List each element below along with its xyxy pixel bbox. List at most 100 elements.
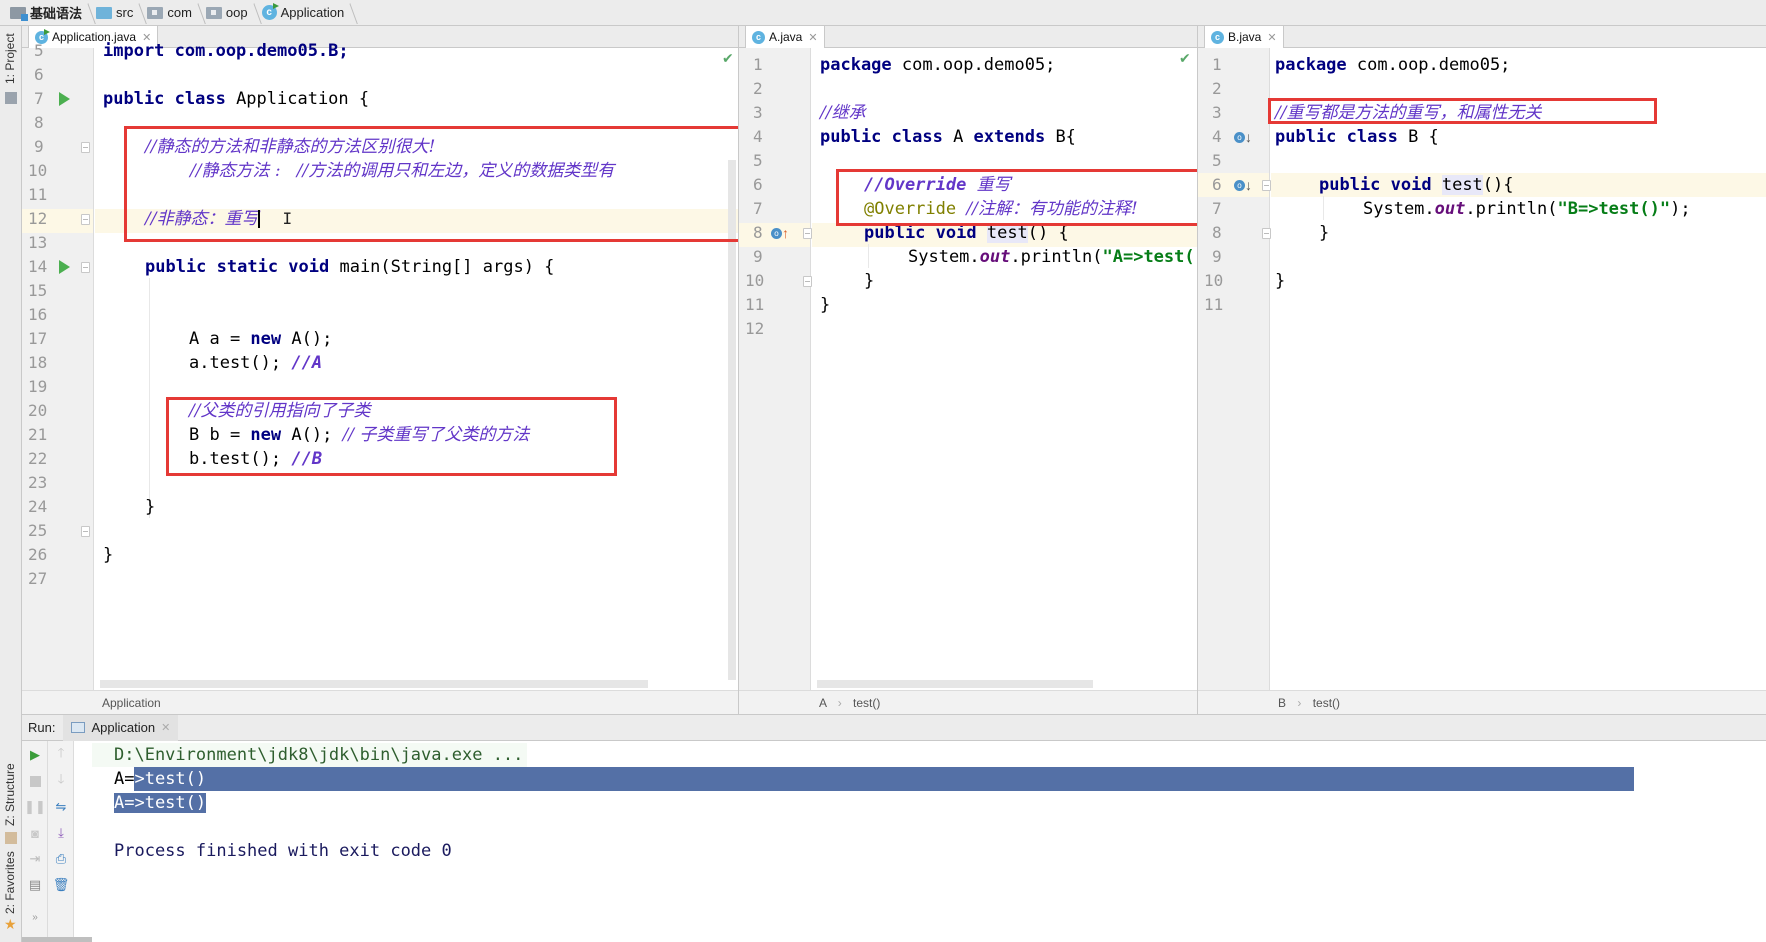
breadcrumb-label: oop xyxy=(225,5,248,20)
close-tab-icon[interactable]: ✕ xyxy=(1267,31,1276,44)
code-line: //静态的方法和非静态的方法区别很大! xyxy=(145,135,739,159)
pause-icon[interactable]: ❚❚ xyxy=(24,799,46,815)
breadcrumb-oop[interactable]: oop xyxy=(204,0,254,26)
fold-toggle-icon[interactable] xyxy=(81,142,90,153)
overrides-method-icon[interactable]: o ↑ xyxy=(771,226,789,240)
vertical-scrollbar[interactable] xyxy=(728,160,736,680)
code-line: a.test(); //A xyxy=(189,351,739,375)
code-text: A(); xyxy=(281,329,333,349)
run-label: Run: xyxy=(28,720,56,735)
bottom-scrollbar[interactable] xyxy=(22,937,92,942)
code-area[interactable]: package com.oop.demo05; //继承 public clas… xyxy=(812,48,1197,690)
tab-b-java[interactable]: c B.java ✕ xyxy=(1204,26,1284,48)
tab-label: B.java xyxy=(1228,30,1262,44)
code-line: public void test() { xyxy=(864,221,1197,245)
close-tab-icon[interactable]: ✕ xyxy=(808,31,817,44)
code-line: } xyxy=(1319,221,1766,245)
run-tab-application[interactable]: Application ✕ xyxy=(63,714,179,741)
code-line: @Override //注解：有功能的注释! xyxy=(864,197,1197,221)
close-tab-icon[interactable]: ✕ xyxy=(161,721,170,734)
breadcrumb-separator: › xyxy=(1297,696,1302,710)
code-text: A(); xyxy=(281,425,343,445)
fold-toggle-icon[interactable] xyxy=(1262,180,1271,191)
stop-icon[interactable] xyxy=(27,773,43,789)
tab-a-java[interactable]: c A.java ✕ xyxy=(745,26,825,48)
keyword: extends xyxy=(973,127,1046,147)
breadcrumb-method[interactable]: test() xyxy=(1313,696,1340,710)
up-arrow-icon[interactable]: 🡑 xyxy=(53,745,69,763)
line-number: 5 xyxy=(34,41,44,60)
structure-tool-button[interactable]: Z: Structure xyxy=(3,763,17,826)
comment: //静态方法 : //方法的调用只和左边，定义的数据类型有 xyxy=(190,161,615,181)
console-output[interactable]: D:\Environment\jdk8\jdk\bin\java.exe ...… xyxy=(92,741,1766,942)
soft-wrap-icon[interactable]: ⇋ xyxy=(53,799,69,815)
run-class-icon[interactable] xyxy=(59,92,70,106)
down-arrow-icon[interactable]: 🡓 xyxy=(53,771,69,789)
static-field: out xyxy=(1434,199,1466,219)
fold-toggle-icon[interactable] xyxy=(803,276,812,287)
breadcrumb-method[interactable]: test() xyxy=(853,696,880,710)
horizontal-scrollbar[interactable] xyxy=(100,680,648,688)
keyword: new xyxy=(250,329,282,349)
console-command-line: D:\Environment\jdk8\jdk\bin\java.exe ... xyxy=(92,743,528,767)
more-icon[interactable]: » xyxy=(27,909,43,925)
run-main-icon[interactable] xyxy=(59,260,70,274)
editor-application: c Application.java ✕ 5 6 7 8 9 10 11 12 … xyxy=(22,26,739,714)
line-number: 10 xyxy=(1204,271,1224,290)
code-line: System.out.println("A=>test()"); xyxy=(908,245,1197,269)
dump-threads-icon[interactable]: ◙ xyxy=(27,825,43,841)
line-number: 1 xyxy=(1212,55,1222,74)
code-text: com.oop.demo05; xyxy=(1346,55,1511,75)
code-text: Application { xyxy=(225,89,370,109)
breadcrumb-class[interactable]: B xyxy=(1278,696,1286,710)
project-tool-button[interactable]: 1: Project xyxy=(3,33,17,84)
run-tool-window: Run: Application ✕ ▶ ❚❚ ◙ ⇥ ▤ » 🡑 🡓 ⇋ ⤓ … xyxy=(22,714,1766,942)
layout-icon[interactable]: ▤ xyxy=(27,877,43,893)
no-errors-check-icon[interactable]: ✔ xyxy=(722,50,734,67)
line-number: 6 xyxy=(34,65,44,84)
horizontal-scrollbar[interactable] xyxy=(817,680,1093,688)
breadcrumb-class[interactable]: Application xyxy=(102,696,161,710)
breadcrumb-project[interactable]: 基础语法 xyxy=(8,0,88,26)
indent-guide xyxy=(149,278,150,518)
is-subclassed-icon[interactable]: o ↓ xyxy=(1234,130,1252,144)
is-overridden-icon[interactable]: o ↓ xyxy=(1234,178,1252,192)
fold-toggle-icon[interactable] xyxy=(81,214,90,225)
line-number: 24 xyxy=(28,497,48,516)
mouse-ibeam-cursor: I xyxy=(282,209,293,228)
scroll-to-end-icon[interactable]: ⤓ xyxy=(53,825,69,841)
code-area[interactable]: package com.oop.demo05; //重写都是方法的重写，和属性无… xyxy=(1271,48,1766,690)
code-line: } xyxy=(820,293,1197,317)
breadcrumb-src[interactable]: src xyxy=(94,0,139,26)
comment: //注解：有功能的注释! xyxy=(966,199,1138,219)
no-errors-check-icon[interactable]: ✔ xyxy=(1179,50,1191,67)
trash-icon[interactable]: 🗑 xyxy=(53,877,70,893)
code-text: } xyxy=(1319,223,1330,243)
breadcrumb-class[interactable]: A xyxy=(819,696,826,710)
favorites-tool-button[interactable]: 2: Favorites xyxy=(3,851,17,914)
exit-icon[interactable]: ⇥ xyxy=(27,851,43,867)
code-line: } xyxy=(1275,269,1766,293)
breadcrumb-application[interactable]: c Application xyxy=(260,0,351,26)
fold-toggle-icon[interactable] xyxy=(81,526,90,537)
line-number: 3 xyxy=(753,103,763,122)
keyword: new xyxy=(250,425,282,445)
code-line: } xyxy=(103,543,739,567)
keyword: public class xyxy=(103,89,226,109)
code-area[interactable]: import com.oop.demo05.B; public class Ap… xyxy=(95,41,739,690)
fold-toggle-icon[interactable] xyxy=(81,262,90,273)
code-line: package com.oop.demo05; xyxy=(820,53,1197,77)
editor-tab-bar: c B.java ✕ xyxy=(1198,26,1766,48)
run-toolbar-primary: ▶ ❚❚ ◙ ⇥ ▤ » xyxy=(22,741,48,942)
print-icon[interactable]: ⎙ xyxy=(53,851,69,867)
breadcrumb-com[interactable]: com xyxy=(145,0,198,26)
code-line: public class A extends B{ xyxy=(820,125,1197,149)
line-number: 11 xyxy=(28,185,48,204)
line-number: 15 xyxy=(28,281,48,300)
comment: //非静态：重写 xyxy=(145,209,259,229)
rerun-icon[interactable]: ▶ xyxy=(27,747,43,763)
code-line: //非静态：重写 I xyxy=(145,207,739,231)
fold-toggle-icon[interactable] xyxy=(1262,228,1271,239)
fold-toggle-icon[interactable] xyxy=(803,228,812,239)
